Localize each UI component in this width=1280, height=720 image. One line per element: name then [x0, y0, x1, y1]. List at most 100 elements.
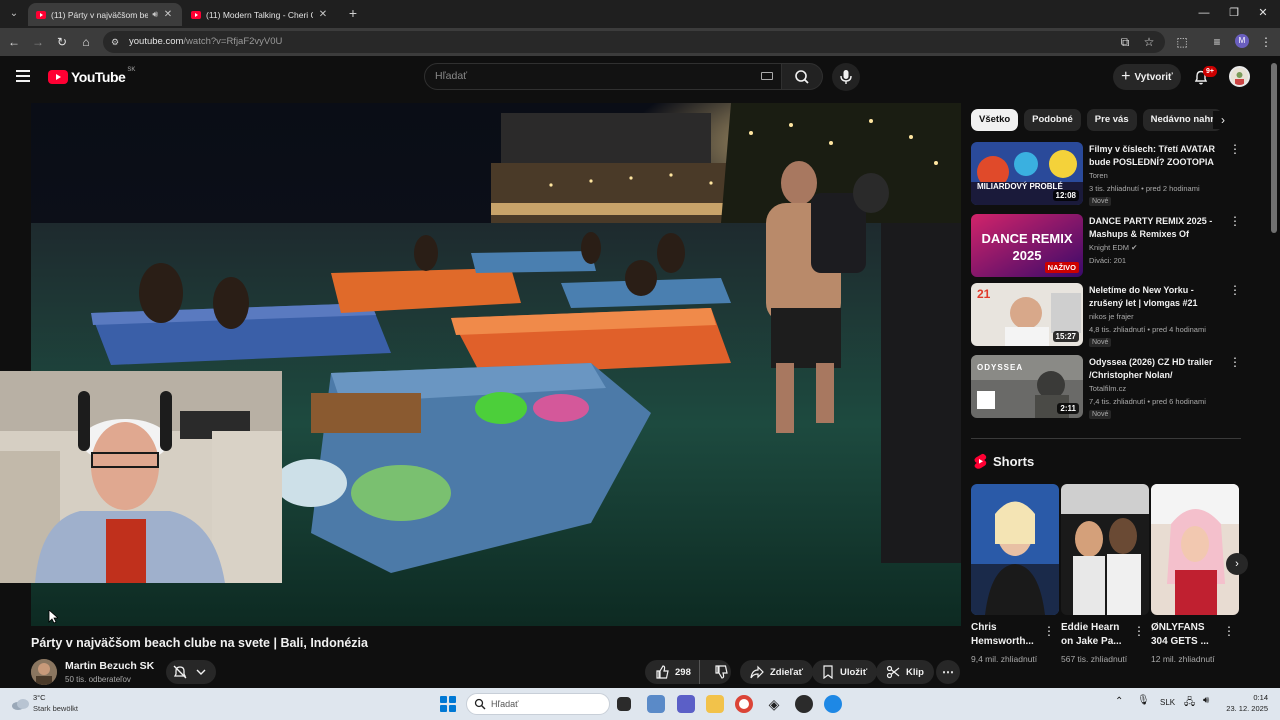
cast-icon[interactable]: ⧉: [1117, 34, 1133, 50]
site-info-icon[interactable]: ⚙︎: [111, 36, 123, 48]
chrome-icon[interactable]: [735, 695, 753, 713]
search-icon: [474, 698, 486, 710]
taskbar-search-box[interactable]: Hľadať: [466, 693, 610, 715]
forward-icon[interactable]: →: [30, 34, 46, 50]
obs-icon[interactable]: [795, 695, 813, 713]
video-title[interactable]: Odyssea (2026) CZ HD trailer /Christophe…: [1089, 356, 1223, 382]
channel-name[interactable]: nikos je frajer: [1089, 312, 1134, 321]
share-button[interactable]: Zdieľať: [740, 660, 814, 684]
widget-app-icon[interactable]: [647, 695, 665, 713]
window-close-icon[interactable]: ✕: [1254, 5, 1272, 21]
short-thumbnail[interactable]: [1151, 484, 1239, 615]
short-title[interactable]: ØNLYFANS 304 GETS ...: [1151, 621, 1219, 649]
system-clock[interactable]: 0:14 23. 12. 2025: [1224, 692, 1268, 714]
extensions-icon[interactable]: ⬚: [1174, 34, 1190, 50]
channel-name[interactable]: Knight EDM ✔︎: [1089, 243, 1137, 252]
account-avatar[interactable]: [1229, 66, 1250, 87]
recommendation-item[interactable]: 21 15:27 Neletíme do New Yorku - zrušený…: [971, 283, 1241, 347]
app-blue-icon[interactable]: [824, 695, 842, 713]
new-tab-button[interactable]: +: [345, 5, 361, 21]
more-options-icon[interactable]: ⋮: [1133, 624, 1145, 638]
video-thumbnail[interactable]: 21 15:27: [971, 283, 1083, 346]
more-options-icon[interactable]: ⋮: [1223, 624, 1235, 638]
browser-tab[interactable]: (11) Modern Talking - Cheri Che ✕: [183, 3, 337, 26]
tab-close-icon[interactable]: ✕: [162, 9, 174, 20]
search-input[interactable]: Hľadať: [424, 63, 782, 90]
bookmark-star-icon[interactable]: ☆: [1141, 34, 1157, 50]
video-thumbnail[interactable]: MILIARDOVÝ PROBLÉ 12:08: [971, 142, 1083, 205]
tab-search-icon[interactable]: ⌄: [4, 4, 24, 24]
more-options-icon[interactable]: ⋮: [1229, 284, 1241, 296]
channel-name[interactable]: Martin Bezuch SK: [65, 660, 154, 672]
browser-menu-icon[interactable]: ⋮: [1258, 34, 1274, 50]
app-diamond-icon[interactable]: ◈: [765, 695, 783, 713]
create-button[interactable]: + Vytvoriť: [1113, 64, 1181, 90]
short-title[interactable]: Eddie Hearn on Jake Pa...: [1061, 621, 1129, 649]
tray-overflow-icon[interactable]: ⌃: [1115, 696, 1123, 707]
voice-search-button[interactable]: [832, 63, 860, 91]
channel-name[interactable]: Totalfilm.cz: [1089, 384, 1126, 393]
cloudy-weather-icon[interactable]: [10, 695, 30, 713]
video-title[interactable]: Neletíme do New Yorku - zrušený let | vl…: [1089, 284, 1223, 310]
short-item[interactable]: Chris Hemsworth... 9,4 mil. zhliadnutí ⋮: [971, 484, 1059, 674]
audio-playing-icon[interactable]: 🔊︎: [152, 9, 158, 20]
keyboard-icon[interactable]: [761, 72, 773, 80]
video-thumbnail[interactable]: DANCE REMIX 2025 NAŽIVO: [971, 214, 1083, 277]
windows-start-button[interactable]: [440, 696, 456, 712]
address-bar[interactable]: ⚙︎ youtube.com/watch?v=RfjaF2vyV0U ⧉ ☆: [103, 31, 1165, 53]
chevron-right-icon[interactable]: ›: [1213, 111, 1233, 129]
menu-hamburger-icon[interactable]: [16, 70, 30, 82]
video-title[interactable]: Filmy v číslech: Třetí AVATAR bude POSLE…: [1089, 143, 1223, 170]
weather-description[interactable]: Stark bewölkt: [33, 704, 78, 713]
short-thumbnail[interactable]: [971, 484, 1059, 615]
search-button[interactable]: [782, 63, 823, 90]
chip-for-you[interactable]: Pre vás: [1086, 109, 1137, 131]
maximize-icon[interactable]: ❐: [1225, 5, 1243, 21]
bookmark-icon: [823, 665, 833, 679]
recommendation-item[interactable]: MILIARDOVÝ PROBLÉ 12:08 Filmy v číslech:…: [971, 142, 1241, 206]
reload-icon[interactable]: ↻: [54, 34, 70, 50]
back-icon[interactable]: ←: [6, 34, 22, 50]
channel-name[interactable]: Toren: [1089, 171, 1108, 180]
youtube-logo[interactable]: YouTube SK: [48, 67, 135, 85]
profile-avatar[interactable]: M: [1235, 34, 1249, 48]
channel-avatar[interactable]: [31, 659, 57, 685]
short-thumbnail[interactable]: [1061, 484, 1149, 615]
language-indicator[interactable]: SLK: [1160, 698, 1175, 707]
clip-button[interactable]: Klip: [876, 660, 934, 684]
like-button[interactable]: 298: [645, 660, 700, 684]
short-item[interactable]: ØNLYFANS 304 GETS ... 12 mil. zhliadnutí…: [1151, 484, 1239, 674]
more-options-icon[interactable]: ⋮: [1229, 215, 1241, 227]
page-scrollbar[interactable]: [1271, 63, 1277, 233]
minimize-icon[interactable]: —: [1195, 5, 1213, 21]
video-thumbnail[interactable]: ODYSSEA 2:11: [971, 355, 1083, 418]
subscription-notifications-button[interactable]: [166, 660, 216, 684]
task-view-icon[interactable]: [617, 697, 631, 711]
more-actions-button[interactable]: ⋯: [936, 660, 960, 684]
file-explorer-icon[interactable]: [706, 695, 724, 713]
network-icon[interactable]: 🖧︎: [1184, 695, 1195, 712]
chip-all[interactable]: Všetko: [971, 109, 1019, 131]
chip-recently-uploaded[interactable]: Nedávno nahr: [1142, 109, 1222, 131]
recommendation-item[interactable]: ODYSSEA 2:11 Odyssea (2026) CZ HD traile…: [971, 355, 1241, 419]
short-item[interactable]: Eddie Hearn on Jake Pa... 567 tis. zhlia…: [1061, 484, 1149, 674]
save-button[interactable]: Uložiť: [812, 660, 878, 684]
chip-related[interactable]: Podobné: [1024, 109, 1081, 131]
home-icon[interactable]: ⌂: [78, 34, 94, 50]
tab-close-icon[interactable]: ✕: [317, 9, 329, 20]
microphone-tray-icon[interactable]: 🎙︎: [1137, 695, 1150, 706]
more-options-icon[interactable]: ⋮: [1043, 624, 1055, 638]
weather-temperature[interactable]: 3°C: [33, 693, 46, 702]
browser-tab-active[interactable]: (11) Párty v najväčšom beac 🔊︎ ✕: [28, 3, 182, 26]
dislike-button[interactable]: [706, 665, 736, 679]
short-title[interactable]: Chris Hemsworth...: [971, 621, 1039, 649]
more-options-icon[interactable]: ⋮: [1229, 143, 1241, 155]
media-controls-icon[interactable]: ≡: [1209, 34, 1225, 50]
video-duration: 2:11: [1057, 403, 1079, 414]
more-options-icon[interactable]: ⋮: [1229, 356, 1241, 368]
recommendation-item[interactable]: DANCE REMIX 2025 NAŽIVO DANCE PARTY REMI…: [971, 214, 1241, 278]
teams-icon[interactable]: [677, 695, 695, 713]
video-title[interactable]: DANCE PARTY REMIX 2025 - Mashups & Remix…: [1089, 215, 1223, 242]
volume-icon[interactable]: 🔊︎: [1203, 695, 1209, 706]
shorts-next-button[interactable]: ›: [1226, 553, 1248, 575]
